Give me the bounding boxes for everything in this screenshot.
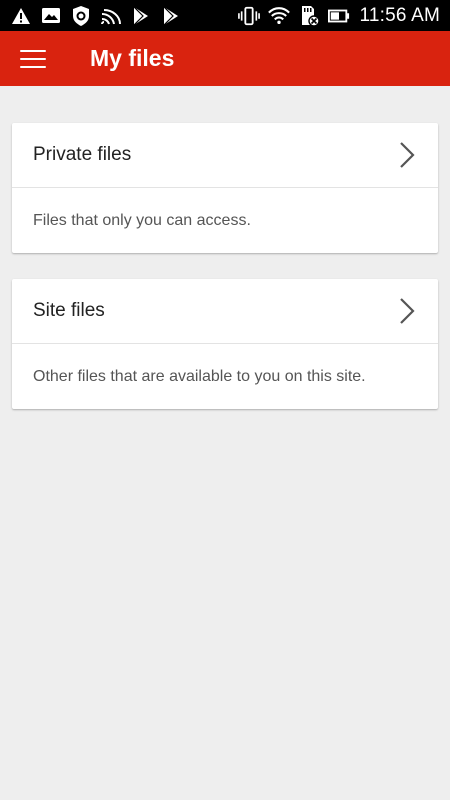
status-left-icons	[10, 5, 182, 27]
sd-card-icon	[298, 5, 320, 27]
menu-button[interactable]	[0, 31, 66, 86]
private-files-title: Private files	[33, 144, 132, 165]
site-files-title: Site files	[33, 300, 105, 321]
private-files-row[interactable]: Private files	[12, 123, 438, 188]
hamburger-menu-icon	[20, 49, 46, 68]
private-files-description-row: Files that only you can access.	[12, 188, 438, 253]
vibrate-icon	[237, 5, 260, 27]
site-files-description-row: Other files that are available to you on…	[12, 344, 438, 409]
app-bar: My files	[0, 31, 450, 86]
cast-icon	[100, 5, 122, 27]
wifi-icon	[267, 5, 290, 27]
page-title: My files	[90, 45, 175, 71]
status-right-icons: 11:56 AM	[237, 4, 440, 27]
play-store-icon	[130, 5, 152, 27]
private-files-description: Files that only you can access.	[33, 211, 251, 229]
play-store-icon-2	[160, 5, 182, 27]
chevron-right-icon	[396, 140, 418, 170]
status-time: 11:56 AM	[359, 4, 440, 26]
site-files-row[interactable]: Site files	[12, 279, 438, 344]
status-bar: 11:56 AM	[0, 0, 450, 31]
photo-icon	[40, 5, 62, 27]
private-files-card: Private files Files that only you can ac…	[12, 123, 438, 253]
shield-icon	[70, 5, 92, 27]
site-files-card: Site files Other files that are availabl…	[12, 279, 438, 409]
site-files-description: Other files that are available to you on…	[33, 367, 366, 385]
warning-icon	[10, 5, 32, 27]
battery-icon	[327, 5, 350, 27]
chevron-right-icon	[396, 296, 418, 326]
